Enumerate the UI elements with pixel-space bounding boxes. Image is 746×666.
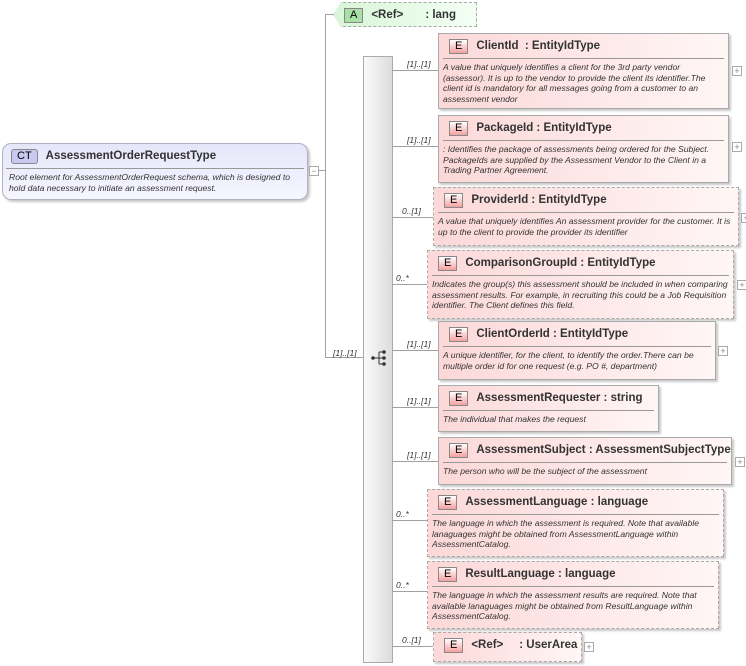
collapse-icon[interactable]: −: [309, 166, 319, 176]
element-badge: E: [449, 442, 469, 458]
element-header: E <Ref> : UserArea: [438, 633, 577, 657]
connector: [392, 146, 438, 147]
attribute-lang[interactable]: A <Ref> : lang: [333, 2, 477, 27]
element-box[interactable]: E <Ref> : UserArea: [433, 632, 582, 662]
expand-icon[interactable]: +: [718, 346, 728, 356]
element-multiplicity: [1]..[1]: [407, 396, 431, 406]
element-box[interactable]: E AssessmentSubject : AssessmentSubjectTy…: [438, 437, 732, 485]
element-badge: E: [449, 120, 469, 136]
element-header: E ProviderId : EntityIdType: [438, 188, 734, 213]
attribute-badge: A: [344, 8, 364, 23]
element-box[interactable]: E AssessmentRequester : string The individ…: [438, 385, 659, 432]
element-badge: E: [444, 637, 464, 653]
expand-icon[interactable]: +: [741, 213, 746, 223]
element-header: E ClientId : EntityIdType: [443, 34, 724, 59]
element-header: E PackageId : EntityIdType: [443, 116, 724, 141]
element-header: E AssessmentRequester : string: [443, 386, 654, 411]
element-multiplicity: 0..*: [396, 580, 409, 590]
element-box[interactable]: E AssessmentLanguage : language The langua…: [427, 489, 724, 557]
element-badge: E: [438, 566, 458, 582]
element-description: Indicates the group(s) this assessment s…: [432, 279, 728, 310]
element-title: ComparisonGroupId : EntityIdType: [465, 257, 656, 269]
expand-icon[interactable]: +: [732, 66, 742, 76]
element-multiplicity: 0..*: [396, 509, 409, 519]
complex-type-name: AssessmentOrderRequestType: [45, 150, 217, 162]
element-description: : Identifies the package of assessments …: [443, 144, 710, 175]
element-title: ClientId : EntityIdType: [476, 40, 601, 52]
connector: [392, 284, 427, 285]
element-title: ProviderId : EntityIdType: [471, 194, 607, 206]
expand-icon[interactable]: +: [735, 457, 745, 467]
complex-type-box[interactable]: CT AssessmentOrderRequestType Root elemen…: [2, 143, 308, 200]
expand-icon[interactable]: +: [584, 642, 594, 652]
element-description: The language in which the assessment res…: [432, 590, 697, 621]
element-title: ClientOrderId : EntityIdType: [476, 328, 629, 340]
element-multiplicity: [1]..[1]: [407, 135, 431, 145]
element-description: A unique identifier, for the client, to …: [443, 350, 694, 371]
element-multiplicity: [1]..[1]: [407, 59, 431, 69]
connector: [392, 217, 433, 218]
element-header: E ResultLanguage : language: [432, 562, 714, 587]
element-description: A value that uniquely identifies An asse…: [438, 216, 731, 237]
element-description: A value that uniquely identifies a clien…: [443, 62, 706, 104]
expand-icon[interactable]: +: [732, 142, 742, 152]
element-header: E AssessmentSubject : AssessmentSubjectTy…: [443, 438, 731, 463]
connector: [392, 70, 438, 71]
connector: [392, 461, 438, 462]
connector: [392, 520, 427, 521]
connector: [392, 407, 438, 408]
element-description: The individual that makes the request: [443, 414, 586, 424]
element-header: E ComparisonGroupId : EntityIdType: [432, 251, 729, 276]
element-box[interactable]: E ProviderId : EntityIdType A value that u…: [433, 187, 739, 246]
connector: [392, 591, 427, 592]
element-multiplicity: [1]..[1]: [407, 339, 431, 349]
attribute-ref: <Ref>: [371, 9, 404, 21]
element-badge: E: [438, 494, 458, 510]
element-multiplicity: 0..[1]: [402, 635, 421, 645]
element-box[interactable]: E PackageId : EntityIdType : Identifies th…: [438, 115, 729, 183]
element-multiplicity: 0..*: [396, 273, 409, 283]
element-box[interactable]: E ComparisonGroupId : EntityIdType Indicat…: [427, 250, 734, 319]
element-badge: E: [449, 38, 469, 54]
element-box[interactable]: E ClientId : EntityIdType A value that uni…: [438, 33, 729, 109]
element-multiplicity: [1]..[1]: [407, 450, 431, 460]
connector: [392, 646, 433, 647]
element-multiplicity: 0..[1]: [402, 206, 421, 216]
element-title: AssessmentSubject : AssessmentSubjectTyp…: [476, 444, 731, 456]
element-description: The person who will be the subject of th…: [443, 466, 647, 476]
complex-type-badge: CT: [11, 148, 38, 164]
element-box[interactable]: E ResultLanguage : language The language i…: [427, 561, 719, 629]
connector: [325, 14, 326, 358]
element-header: E AssessmentLanguage : language: [432, 490, 719, 515]
sequence-icon[interactable]: [370, 350, 388, 366]
element-badge: E: [444, 192, 464, 208]
element-title: AssessmentLanguage : language: [465, 496, 649, 508]
complex-type-description: Root element for AssessmentOrderRequest …: [9, 172, 291, 193]
sequence-multiplicity: [1]..[1]: [333, 348, 357, 358]
element-badge: E: [449, 390, 469, 406]
expand-icon[interactable]: +: [737, 280, 746, 290]
element-title: ResultLanguage : language: [465, 568, 616, 580]
element-badge: E: [438, 255, 458, 271]
element-badge: E: [449, 326, 469, 342]
connector: [392, 350, 438, 351]
element-title: AssessmentRequester : string: [476, 392, 643, 404]
element-title: PackageId : EntityIdType: [476, 122, 612, 134]
element-header: E ClientOrderId : EntityIdType: [443, 322, 711, 347]
element-box[interactable]: E ClientOrderId : EntityIdType A unique id…: [438, 321, 716, 380]
element-title: <Ref> : UserArea: [471, 639, 578, 651]
element-description: The language in which the assessment is …: [432, 518, 700, 549]
attribute-name: : lang: [425, 9, 456, 21]
